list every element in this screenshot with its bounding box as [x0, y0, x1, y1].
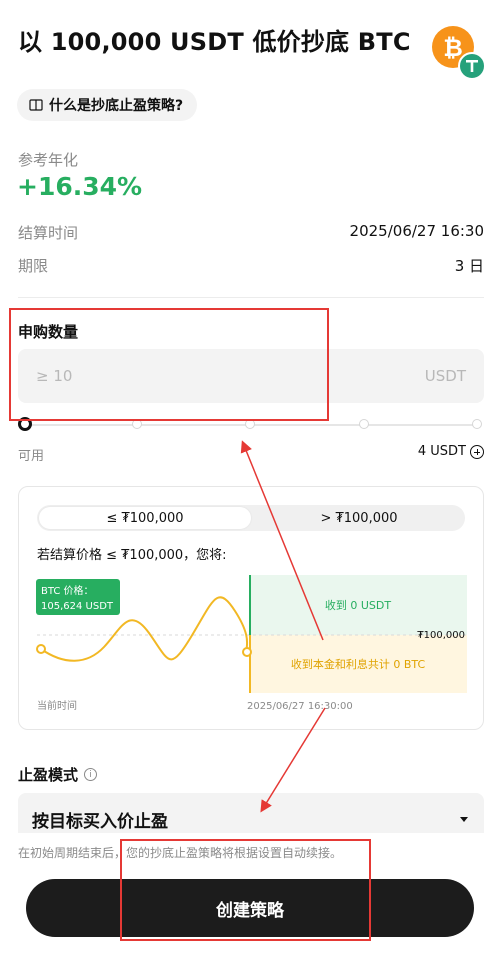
- chevron-down-icon: [460, 817, 468, 822]
- help-label: 什么是抄底止盈策略?: [49, 98, 184, 114]
- take-profit-label-text: 止盈模式: [18, 766, 79, 784]
- slider-step-25[interactable]: [132, 419, 142, 429]
- term-value: 3 日: [454, 257, 484, 275]
- end-point: [242, 647, 252, 657]
- scenario-chart: BTC 价格： 105,624 USDT 收到 0 USDT 收到本金和利息共计…: [36, 575, 467, 712]
- book-icon: [29, 99, 43, 111]
- available-balance: 4 USDT: [418, 444, 484, 459]
- section-divider: [18, 297, 484, 298]
- slider-step-75[interactable]: [359, 419, 369, 429]
- start-time-label: 当前时间: [37, 699, 77, 712]
- strategy-help-button[interactable]: 什么是抄底止盈策略?: [17, 89, 198, 121]
- reference-apr-value: +16.34%: [17, 172, 143, 201]
- create-strategy-button[interactable]: 创建策略: [26, 879, 474, 937]
- strike-label: ₮100,000: [417, 630, 465, 641]
- price-tag-line1: BTC 价格：: [41, 584, 94, 597]
- upper-outcome-label: 收到 0 USDT: [325, 598, 391, 612]
- settlement-time-value: 2025/06/27 16:30: [349, 222, 484, 240]
- take-profit-mode-select[interactable]: 按目标买入价止盈: [18, 793, 484, 833]
- settlement-time-label: 结算时间: [18, 224, 79, 242]
- end-time-label: 2025/06/27 16:30:00: [247, 701, 353, 712]
- take-profit-selected: 按目标买入价止盈: [32, 812, 168, 832]
- scenario-card: ≤ ₮100,000 > ₮100,000 若结算价格 ≤ ₮100,000，您…: [18, 486, 484, 730]
- reference-apr-label: 参考年化: [18, 151, 79, 169]
- subscription-amount-field[interactable]: USDT: [18, 349, 484, 403]
- price-tag-line2: 105,624 USDT: [41, 601, 114, 612]
- tether-icon: [458, 52, 486, 80]
- amount-input[interactable]: [36, 367, 336, 385]
- available-label: 可用: [18, 449, 45, 464]
- slider-step-100[interactable]: [472, 419, 482, 429]
- info-icon[interactable]: i: [84, 768, 98, 781]
- term-label: 期限: [18, 257, 49, 275]
- lower-outcome-label: 收到本金和利息共计 0 BTC: [291, 657, 426, 671]
- subscription-amount-label: 申购数量: [18, 323, 79, 341]
- available-value: 4 USDT: [417, 444, 466, 459]
- page-title: 以 100,000 USDT 低价抄底 BTC: [18, 28, 411, 56]
- amount-unit: USDT: [424, 367, 466, 385]
- take-profit-mode-label: 止盈模式 i: [18, 764, 98, 785]
- slider-step-50[interactable]: [245, 419, 255, 429]
- amount-slider-thumb[interactable]: [18, 417, 32, 431]
- auto-renew-note: 在初始周期结束后，您的抄底止盈策略将根据设置自动续接。: [18, 846, 343, 860]
- start-point: [36, 644, 46, 654]
- add-funds-icon[interactable]: [470, 444, 484, 459]
